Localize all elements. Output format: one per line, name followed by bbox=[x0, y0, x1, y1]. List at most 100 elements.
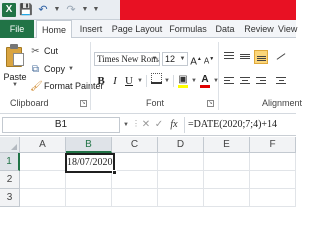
fill-handle[interactable] bbox=[112, 170, 117, 175]
cell-b1-selected[interactable]: 18/07/2020 bbox=[65, 153, 115, 173]
worksheet-grid: A B C D E F 1 2 3 18/07/2020 bbox=[0, 137, 296, 207]
paste-dropdown-icon[interactable]: ▼ bbox=[2, 82, 28, 88]
cell-f3[interactable] bbox=[250, 189, 296, 207]
align-left-icon[interactable] bbox=[222, 74, 236, 88]
select-all-button[interactable] bbox=[0, 137, 20, 153]
font-size-dropdown-icon[interactable]: ▼ bbox=[178, 53, 187, 65]
underline-button[interactable]: U bbox=[122, 73, 136, 89]
cell-c2[interactable] bbox=[112, 171, 158, 189]
align-middle-icon[interactable] bbox=[238, 50, 252, 64]
column-header-d[interactable]: D bbox=[158, 137, 204, 153]
cell-f1[interactable] bbox=[250, 153, 296, 171]
ribbon-tabs: File Home Insert Page Layout Formulas Da… bbox=[0, 20, 297, 39]
bold-button[interactable]: B bbox=[94, 73, 108, 89]
copy-dropdown-icon[interactable]: ▼ bbox=[68, 66, 74, 72]
cancel-entry-icon[interactable]: ✕ bbox=[140, 117, 152, 133]
copy-button[interactable]: ⧉ Copy ▼ bbox=[30, 62, 74, 76]
paste-label: Paste bbox=[3, 72, 27, 82]
clipboard-group-label: Clipboard bbox=[10, 98, 49, 108]
format-painter-button[interactable]: 🖌 Format Painter bbox=[30, 79, 104, 93]
italic-button[interactable]: I bbox=[108, 73, 122, 89]
cell-d2[interactable] bbox=[158, 171, 204, 189]
cut-label: Cut bbox=[44, 46, 59, 56]
font-name-select[interactable]: Times New Roman ▼ bbox=[94, 52, 160, 66]
redo-icon[interactable]: ↷ bbox=[64, 3, 78, 17]
tab-view[interactable]: View bbox=[278, 20, 308, 38]
quick-access-toolbar: X 💾 ↶ ▼ ↷ ▼ ▼ bbox=[0, 0, 100, 20]
tab-file[interactable]: File bbox=[0, 20, 34, 38]
row-header-1[interactable]: 1 bbox=[0, 153, 20, 171]
separator bbox=[173, 75, 174, 87]
undo-icon[interactable]: ↶ bbox=[36, 3, 50, 17]
excel-logo-icon: X bbox=[2, 3, 16, 17]
decrease-indent-icon[interactable] bbox=[274, 74, 288, 88]
cell-d3[interactable] bbox=[158, 189, 204, 207]
tab-insert[interactable]: Insert bbox=[74, 20, 108, 38]
cell-d1[interactable] bbox=[158, 153, 204, 171]
font-size-select[interactable]: 12 ▼ bbox=[162, 52, 188, 66]
cell-c3[interactable] bbox=[112, 189, 158, 207]
formula-input[interactable]: =DATE(2020;7;4)+14 bbox=[184, 117, 296, 133]
align-bottom-icon[interactable] bbox=[254, 50, 268, 64]
column-header-b[interactable]: B bbox=[66, 137, 112, 153]
column-header-a[interactable]: A bbox=[20, 137, 66, 153]
save-icon[interactable]: 💾 bbox=[19, 3, 33, 17]
fill-color-dropdown-icon[interactable]: ▼ bbox=[190, 78, 198, 84]
tab-page-layout[interactable]: Page Layout bbox=[108, 20, 166, 38]
cell-b2[interactable] bbox=[66, 171, 112, 189]
font-color-button[interactable]: A bbox=[198, 73, 212, 89]
font-dialog-launcher-icon[interactable]: ↘ bbox=[207, 100, 214, 107]
separator bbox=[146, 75, 147, 87]
cell-e2[interactable] bbox=[204, 171, 250, 189]
font-color-swatch bbox=[200, 85, 210, 88]
font-group-label: Font bbox=[146, 98, 165, 108]
borders-button[interactable] bbox=[149, 73, 163, 89]
increase-font-size-icon[interactable]: A▲ bbox=[190, 52, 202, 67]
cell-b3[interactable] bbox=[66, 189, 112, 207]
font-color-letter: A bbox=[201, 74, 209, 85]
customize-toolbar-icon[interactable]: ▼ bbox=[92, 3, 100, 17]
name-box[interactable]: B1 bbox=[2, 117, 120, 133]
title-bar: X 💾 ↶ ▼ ↷ ▼ ▼ bbox=[0, 0, 296, 20]
paintbrush-icon: 🖌 bbox=[30, 80, 43, 92]
group-divider bbox=[90, 42, 91, 110]
copy-label: Copy bbox=[44, 64, 66, 74]
cell-a2[interactable] bbox=[20, 171, 66, 189]
align-top-icon[interactable] bbox=[222, 50, 236, 64]
cell-e3[interactable] bbox=[204, 189, 250, 207]
cell-a1[interactable] bbox=[20, 153, 66, 171]
name-box-dropdown-icon[interactable]: ▼ bbox=[122, 117, 130, 133]
formula-bar-resize-handle[interactable]: ⋮ bbox=[132, 117, 140, 133]
redo-dropdown-icon[interactable]: ▼ bbox=[81, 3, 89, 17]
font-name-dropdown-icon[interactable]: ▼ bbox=[150, 53, 159, 65]
align-center-icon[interactable] bbox=[238, 74, 252, 88]
cell-e1[interactable] bbox=[204, 153, 250, 171]
column-header-e[interactable]: E bbox=[204, 137, 250, 153]
tab-data[interactable]: Data bbox=[210, 20, 240, 38]
cut-button[interactable]: ✂ Cut bbox=[30, 44, 58, 58]
insert-function-button[interactable]: fx bbox=[167, 117, 181, 133]
cell-c1[interactable] bbox=[112, 153, 158, 171]
borders-dropdown-icon[interactable]: ▼ bbox=[163, 78, 171, 84]
column-header-c[interactable]: C bbox=[112, 137, 158, 153]
tab-home[interactable]: Home bbox=[36, 20, 72, 39]
confirm-entry-icon[interactable]: ✓ bbox=[153, 117, 165, 133]
row-header-3[interactable]: 3 bbox=[0, 189, 20, 207]
cell-f2[interactable] bbox=[250, 171, 296, 189]
orientation-icon[interactable] bbox=[274, 50, 288, 64]
tab-formulas[interactable]: Formulas bbox=[166, 20, 210, 38]
undo-dropdown-icon[interactable]: ▼ bbox=[53, 3, 61, 17]
column-header-f[interactable]: F bbox=[250, 137, 296, 153]
paste-button[interactable]: Paste ▼ bbox=[2, 44, 28, 94]
fill-color-button[interactable]: ▣ bbox=[176, 73, 190, 89]
decrease-font-size-icon[interactable]: A▼ bbox=[203, 52, 215, 66]
clipboard-dialog-launcher-icon[interactable]: ↘ bbox=[80, 100, 87, 107]
underline-dropdown-icon[interactable]: ▼ bbox=[136, 78, 144, 84]
group-divider bbox=[218, 42, 219, 110]
row-header-2[interactable]: 2 bbox=[0, 171, 20, 189]
tab-review[interactable]: Review bbox=[240, 20, 278, 38]
cell-a3[interactable] bbox=[20, 189, 66, 207]
font-size-value: 12 bbox=[165, 54, 176, 64]
paste-icon bbox=[5, 44, 25, 68]
align-right-icon[interactable] bbox=[254, 74, 268, 88]
